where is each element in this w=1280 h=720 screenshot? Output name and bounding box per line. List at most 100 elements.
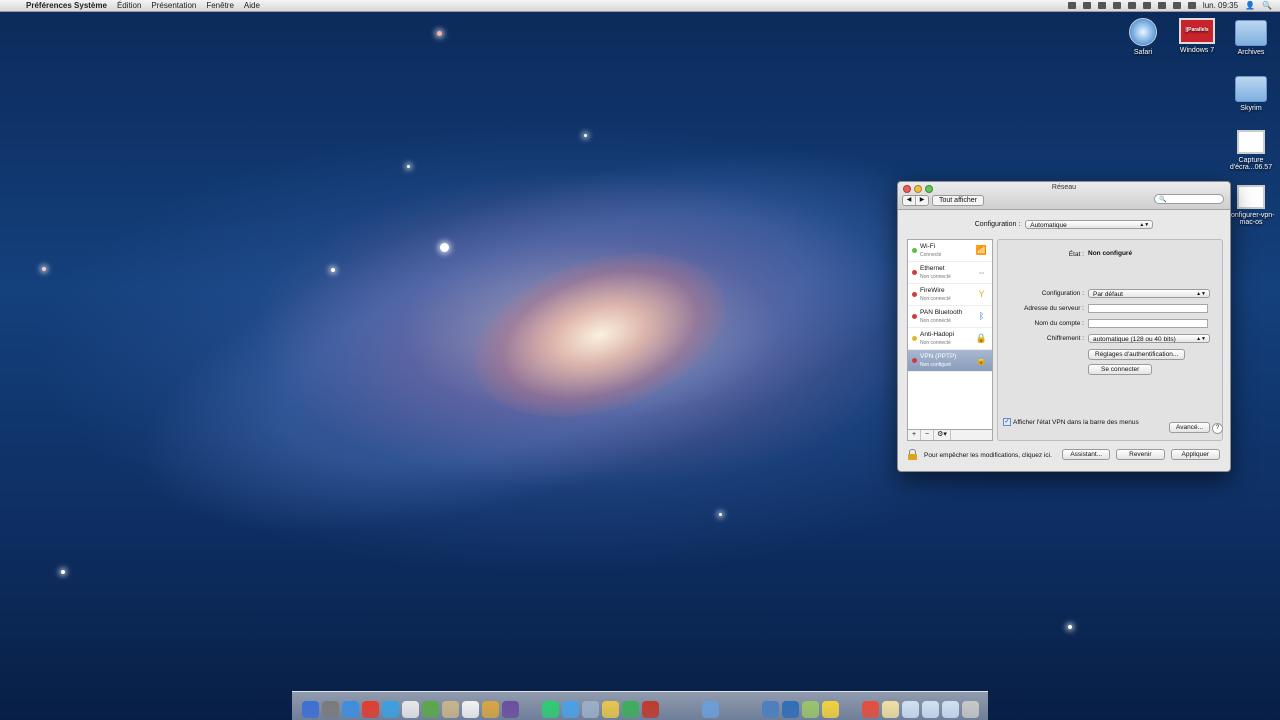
desktop-icon-capture[interactable]: Capture d'écra...06.57 xyxy=(1223,130,1279,171)
account-name-input[interactable] xyxy=(1088,319,1208,328)
dock-app-icon[interactable] xyxy=(801,701,819,718)
desktop-icon-label: Skyrim xyxy=(1240,105,1262,112)
search-icon: 🔍 xyxy=(1159,197,1167,203)
dock-app-icon[interactable] xyxy=(662,701,679,718)
forward-button[interactable]: ▶ xyxy=(915,196,928,205)
show-vpn-status-checkbox[interactable]: ✓ xyxy=(1003,418,1011,426)
config-label: Configuration : xyxy=(1041,290,1084,297)
dock-app-icon[interactable] xyxy=(401,701,419,718)
back-button[interactable]: ◀ xyxy=(903,196,915,205)
auth-settings-button[interactable]: Réglages d'authentification... xyxy=(1088,349,1186,360)
dock-app-icon[interactable] xyxy=(941,701,959,718)
volume-icon[interactable] xyxy=(1172,2,1181,9)
dock-app-icon[interactable] xyxy=(341,701,359,718)
dock-app-icon[interactable] xyxy=(301,701,319,718)
search-input[interactable]: 🔍 xyxy=(1154,194,1224,204)
service-item-firewire[interactable]: FireWire Non connecté Y xyxy=(908,284,992,306)
bluetooth-icon: ᛒ xyxy=(978,311,985,321)
desktop-icon-skyrim[interactable]: Skyrim xyxy=(1223,76,1279,112)
location-popup[interactable]: Automatique ▲▼ xyxy=(1025,220,1154,229)
service-item-ethernet[interactable]: Ethernet Non connecté ⇔ xyxy=(908,262,992,284)
apply-button[interactable]: Appliquer xyxy=(1170,449,1220,460)
dock-app-icon[interactable] xyxy=(522,701,539,718)
revert-button[interactable]: Revenir xyxy=(1116,449,1165,460)
service-item-vpn-pptp[interactable]: VPN (PPTP) Non configuré 🔒 xyxy=(908,350,992,372)
dock-app-icon[interactable] xyxy=(722,701,739,718)
advanced-button[interactable]: Avancé... xyxy=(1169,422,1210,433)
dock-app-icon[interactable] xyxy=(961,701,979,718)
dock-app-icon[interactable] xyxy=(842,701,859,718)
status-icon[interactable] xyxy=(1082,2,1091,9)
bluetooth-menu-icon[interactable] xyxy=(1142,2,1151,9)
service-item-wifi[interactable]: Wi-Fi Connecté 📶 xyxy=(908,240,992,262)
status-icon[interactable] xyxy=(1112,2,1121,9)
server-address-input[interactable] xyxy=(1088,304,1208,313)
dock-app-icon[interactable] xyxy=(321,701,339,718)
service-status: Non connecté xyxy=(920,318,951,324)
status-icon[interactable] xyxy=(1097,2,1106,9)
menu-app-name[interactable]: Préférences Système xyxy=(26,1,107,10)
dock-app-icon[interactable] xyxy=(682,701,699,718)
star xyxy=(1068,625,1072,629)
dock-app-icon[interactable] xyxy=(742,701,759,718)
dock-app-icon[interactable] xyxy=(581,701,599,718)
service-item-bluetooth[interactable]: PAN Bluetooth Non connecté ᛒ xyxy=(908,306,992,328)
desktop-icon-windows7[interactable]: ||Parallels Windows 7 xyxy=(1169,18,1225,54)
encryption-value: automatique (128 ou 40 bits) xyxy=(1093,336,1176,343)
dock-app-icon[interactable] xyxy=(561,701,579,718)
desktop-icon-safari[interactable]: Safari xyxy=(1115,18,1171,56)
lock-icon[interactable] xyxy=(908,449,917,460)
dock-app-icon[interactable] xyxy=(701,701,719,718)
dock-app-icon[interactable] xyxy=(901,701,919,718)
menubar-clock[interactable]: lun. 09:35 xyxy=(1203,1,1238,10)
connect-button[interactable]: Se connecter xyxy=(1088,364,1153,375)
dock-app-icon[interactable] xyxy=(641,701,659,718)
menu-window[interactable]: Fenêtre xyxy=(206,1,234,10)
config-popup[interactable]: Par défaut ▲▼ xyxy=(1088,289,1210,298)
assistant-button[interactable]: Assistant... xyxy=(1062,449,1111,460)
dock-app-icon[interactable] xyxy=(921,701,939,718)
parallels-icon: ||Parallels xyxy=(1179,18,1215,44)
star xyxy=(407,165,410,168)
dock-app-icon[interactable] xyxy=(761,701,779,718)
menu-edit[interactable]: Édition xyxy=(117,1,141,10)
encryption-label: Chiffrement : xyxy=(1046,335,1084,342)
user-icon[interactable]: 👤 xyxy=(1245,1,1255,10)
remove-service-button[interactable]: − xyxy=(921,430,934,440)
dock-app-icon[interactable] xyxy=(781,701,799,718)
spotlight-icon[interactable]: 🔍 xyxy=(1262,1,1272,10)
status-icon[interactable] xyxy=(1067,2,1076,9)
help-button[interactable]: ? xyxy=(1212,423,1223,434)
dock-app-icon[interactable] xyxy=(361,701,379,718)
battery-icon[interactable] xyxy=(1187,2,1196,9)
dock-app-icon[interactable] xyxy=(461,701,479,718)
desktop-icon-configurer[interactable]: configurer-vpn-mac-os xyxy=(1223,185,1279,226)
dock-app-icon[interactable] xyxy=(381,701,399,718)
dock-app-icon[interactable] xyxy=(481,701,499,718)
dock-app-icon[interactable] xyxy=(541,701,559,718)
dock-app-icon[interactable] xyxy=(861,701,879,718)
dock-app-icon[interactable] xyxy=(821,701,839,718)
bottom-buttons: Assistant... Revenir Appliquer xyxy=(1062,449,1220,460)
desktop-icon-label: Windows 7 xyxy=(1179,47,1215,54)
menu-view[interactable]: Présentation xyxy=(151,1,196,10)
status-icon[interactable] xyxy=(1127,2,1136,9)
window-titlebar[interactable]: Réseau ◀ ▶ Tout afficher 🔍 xyxy=(898,182,1230,210)
dock-app-icon[interactable] xyxy=(421,701,439,718)
dock-app-icon[interactable] xyxy=(881,701,899,718)
dock-app-icon[interactable] xyxy=(441,701,459,718)
dock-app-icon[interactable] xyxy=(601,701,619,718)
desktop-icon-archives[interactable]: Archives xyxy=(1223,20,1279,56)
show-vpn-status-row: ✓ Afficher l'état VPN dans la barre des … xyxy=(1003,418,1139,426)
wifi-menu-icon[interactable] xyxy=(1157,2,1166,9)
dock-app-icon[interactable] xyxy=(621,701,639,718)
show-all-button[interactable]: Tout afficher xyxy=(932,195,985,206)
add-service-button[interactable]: + xyxy=(908,430,921,440)
service-status: Non connecté xyxy=(920,274,951,280)
dock-app-icon[interactable] xyxy=(501,701,519,718)
wifi-icon: 📶 xyxy=(975,245,988,255)
encryption-popup[interactable]: automatique (128 ou 40 bits) ▲▼ xyxy=(1088,334,1210,343)
gear-icon[interactable]: ⚙▾ xyxy=(934,430,951,440)
service-item-anti-hadopi[interactable]: Anti-Hadopi Non connecté 🔒 xyxy=(908,328,992,350)
menu-help[interactable]: Aide xyxy=(244,1,260,10)
